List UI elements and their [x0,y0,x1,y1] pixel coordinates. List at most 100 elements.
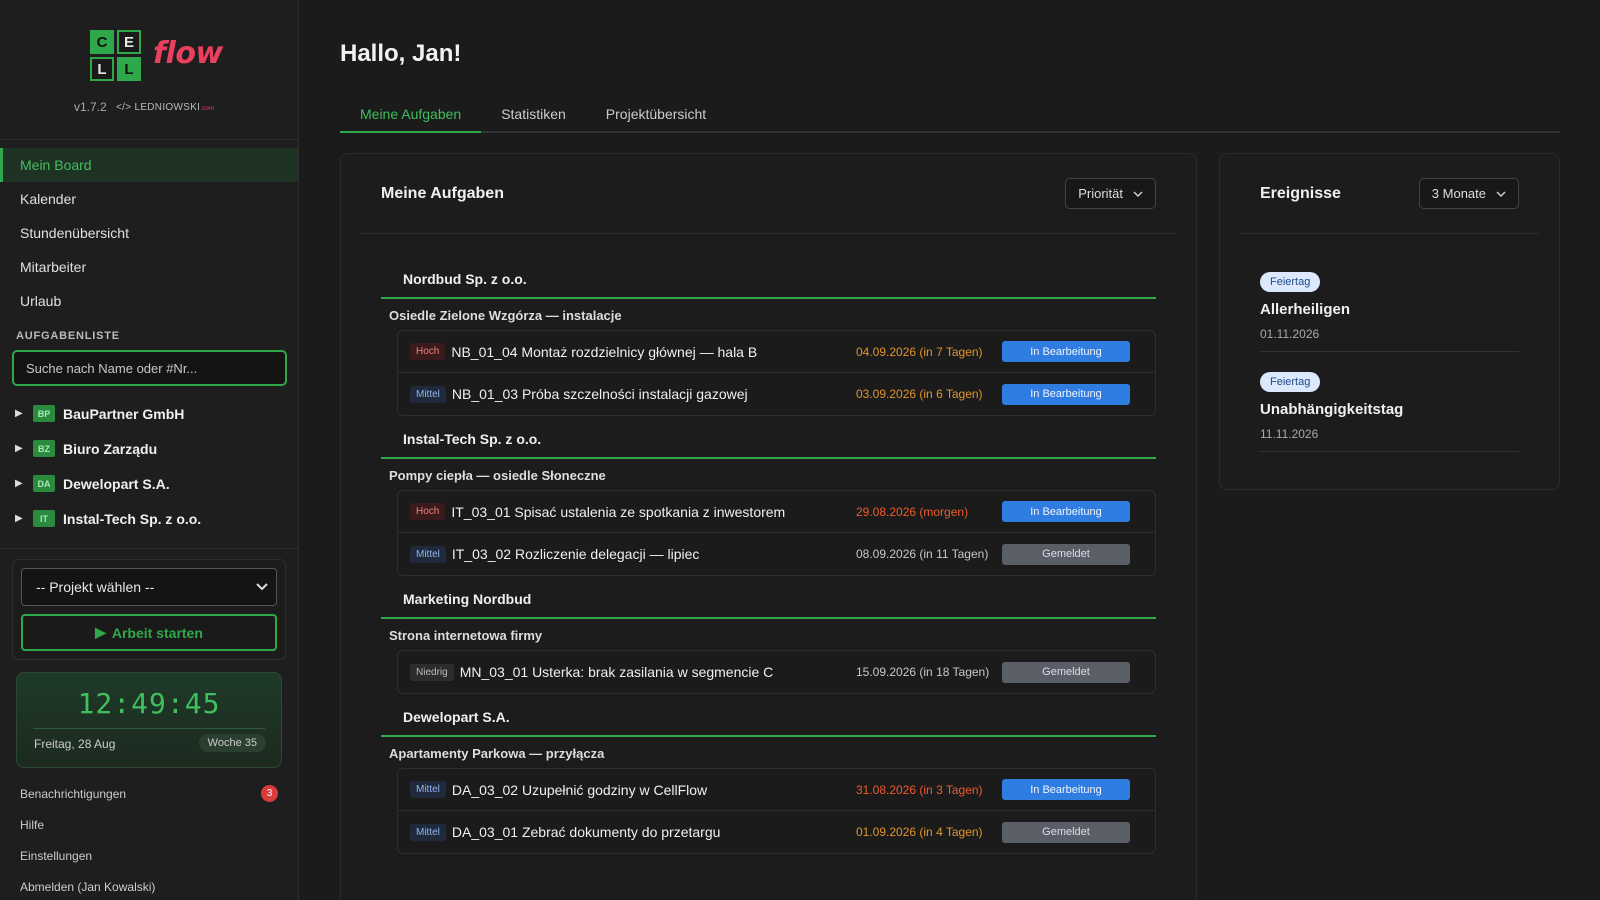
status-badge[interactable]: In Bearbeitung [1002,383,1130,405]
priority-badge: Niedrig [410,663,454,681]
sort-dropdown[interactable]: Priorität [1065,178,1156,209]
task-name: NB_01_03 Próba szczelności instalacji ga… [451,386,748,402]
start-work-label: Arbeit starten [111,624,203,641]
main-content: Hallo, Jan! Meine Aufgaben Statistiken P… [299,0,1600,900]
priority-badge: Hoch [410,343,446,360]
client-badge: BZ [33,440,55,457]
priority-badge: Mittel [410,823,446,841]
events-card-header: Ereignisse 3 Monate [1240,154,1539,234]
events-list: Feiertag Allerheiligen 01.11.2026 Feiert… [1220,234,1559,452]
task-row[interactable]: Mittel NB_01_03 Próba szczelności instal… [398,373,1155,415]
tab-projektuebersicht[interactable]: Projektübersicht [586,100,726,133]
settings-label: Einstellungen [20,848,93,863]
logo-letter: L [117,57,141,81]
task-list: Hoch IT_03_01 Spisać ustalenia ze spotka… [397,490,1156,576]
expand-arrow-icon[interactable]: ▶ [15,478,33,489]
priority-badge: Mittel [410,781,446,798]
client-label: BauPartner GmbH [63,405,185,422]
project-select[interactable]: -- Projekt wählen -- [21,568,277,606]
task-row[interactable]: Mittel IT_03_02 Rozliczenie delegacji — … [398,533,1155,575]
company-heading: Marketing Nordbud [381,576,1156,619]
task-name: DA_03_01 Zebrać dokumenty do przetargu [451,824,721,840]
event-name: Unabhängigkeitstag [1260,401,1404,418]
expand-arrow-icon[interactable]: ▶ [15,408,33,419]
task-due-date: 31.08.2026 (in 3 Tagen) [856,782,983,797]
logo-letter: L [90,57,114,81]
client-badge: IT [33,510,55,527]
help-label: Hilfe [20,817,45,832]
status-badge[interactable]: Gemeldet [1002,543,1130,565]
logout-label: Abmelden (Jan Kowalski) [20,879,156,894]
nav-item-stundenuebersicht[interactable]: Stundenübersicht [0,216,298,250]
status-badge[interactable]: In Bearbeitung [1002,501,1130,522]
nav-item-mein-board[interactable]: Mein Board [0,148,298,182]
task-name: IT_03_01 Spisać ustalenia ze spotkania z… [451,503,786,520]
settings-link[interactable]: Einstellungen [0,840,298,871]
client-label: Biuro Zarządu [63,440,158,457]
task-row[interactable]: Hoch NB_01_04 Montaż rozdzielnicy główne… [398,331,1155,373]
client-badge: DA [33,475,55,492]
tree-item-dewelopart[interactable]: ▶ DA Dewelopart S.A. [0,466,298,501]
maker-credit: </> LEDNIOWSKI.com [116,102,214,113]
nav-item-urlaub[interactable]: Urlaub [0,284,298,318]
company-heading: Dewelopart S.A. [381,694,1156,737]
help-link[interactable]: Hilfe [0,809,298,840]
task-due-date: 29.08.2026 (morgen) [856,504,969,519]
status-badge[interactable]: Gemeldet [1002,661,1130,683]
tree-item-biuro-zarzadu[interactable]: ▶ BZ Biuro Zarządu [0,431,298,466]
notifications-link[interactable]: Benachrichtigungen 3 [0,778,298,809]
range-dropdown[interactable]: 3 Monate [1418,178,1519,209]
task-name: IT_03_02 Rozliczenie delegacji — lipiec [451,546,700,562]
chevron-down-icon [1133,190,1143,197]
nav-item-kalender[interactable]: Kalender [0,182,298,216]
events-card: Ereignisse 3 Monate Feiertag Allerheilig… [1219,153,1560,490]
task-due-date: 15.09.2026 (in 18 Tagen) [856,665,990,679]
page-title: Hallo, Jan! [340,40,462,67]
event-name: Allerheiligen [1260,301,1351,318]
logo-letter: C [90,30,114,54]
task-list: Hoch NB_01_04 Montaż rozdzielnicy główne… [397,330,1156,416]
tab-statistiken[interactable]: Statistiken [481,100,586,133]
start-work-button[interactable]: ▶ Arbeit starten [21,614,277,651]
chevron-down-icon [1496,190,1506,197]
task-row[interactable]: Mittel DA_03_02 Uzupełnić godziny w Cell… [398,769,1155,811]
main-tabs: Meine Aufgaben Statistiken Projektübersi… [340,100,1560,133]
project-heading: Pompy ciepła — osiedle Słoneczne [389,468,606,483]
tasks-card-header: Meine Aufgaben Priorität [361,154,1176,234]
clock-widget: 12:49:45 Freitag, 28 Aug Woche 35 [16,672,282,768]
nav-item-mitarbeiter[interactable]: Mitarbeiter [0,250,298,284]
event-item[interactable]: Feiertag Unabhängigkeitstag 11.11.2026 [1260,352,1519,452]
task-list: Niedrig MN_03_01 Usterka: brak zasilania… [397,650,1156,694]
company-heading: Nordbud Sp. z o.o. [381,256,1156,299]
event-type-badge: Feiertag [1260,272,1321,292]
chevron-down-icon [256,583,268,591]
tab-meine-aufgaben[interactable]: Meine Aufgaben [340,100,482,133]
sidebar: C E L L flow v1.7.2 </> LEDNIOWSKI.com M… [0,0,299,900]
expand-arrow-icon[interactable]: ▶ [15,513,33,524]
events-card-title: Ereignisse [1260,184,1341,202]
logo-wordmark: flow [153,36,223,71]
event-item[interactable]: Feiertag Allerheiligen 01.11.2026 [1260,252,1519,352]
task-row[interactable]: Niedrig MN_03_01 Usterka: brak zasilania… [398,651,1155,693]
app-logo[interactable]: C E L L [90,30,141,81]
task-due-date: 03.09.2026 (in 6 Tagen) [856,387,983,401]
tasks-card-title: Meine Aufgaben [381,184,504,202]
task-row[interactable]: Hoch IT_03_01 Spisać ustalenia ze spotka… [398,491,1155,533]
expand-arrow-icon[interactable]: ▶ [15,443,33,454]
task-row[interactable]: Mittel DA_03_01 Zebrać dokumenty do prze… [398,811,1155,853]
app-root: C E L L flow v1.7.2 </> LEDNIOWSKI.com M… [0,0,1600,900]
task-list-section-label: AUFGABENLISTE [16,330,120,342]
project-heading: Osiedle Zielone Wzgórza — instalacje [389,308,622,323]
clock-date: Freitag, 28 Aug [34,737,116,751]
main-nav: Mein Board Kalender Stundenübersicht Mit… [0,140,298,318]
event-date: 01.11.2026 [1260,327,1320,341]
task-due-date: 04.09.2026 (in 7 Tagen) [856,344,983,359]
status-badge[interactable]: In Bearbeitung [1002,341,1130,362]
tree-item-instal-tech[interactable]: ▶ IT Instal-Tech Sp. z o.o. [0,501,298,536]
logout-link[interactable]: Abmelden (Jan Kowalski) [0,871,298,900]
tree-item-baupartner[interactable]: ▶ BP BauPartner GmbH [0,396,298,431]
task-search-input[interactable] [12,350,287,386]
status-badge[interactable]: In Bearbeitung [1002,779,1130,800]
status-badge[interactable]: Gemeldet [1002,821,1130,843]
project-select-value: -- Projekt wählen -- [36,579,155,595]
